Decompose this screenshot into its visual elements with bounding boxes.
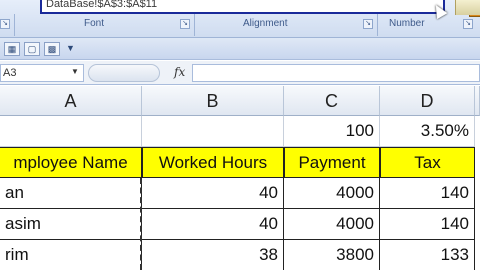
insert-function-icon[interactable]: fx [174,65,185,79]
cell-tax[interactable]: 140 [380,178,475,209]
cell-worked-hours[interactable]: 40 [142,209,284,240]
cell-employee-name[interactable]: an [0,178,142,209]
cell-tax[interactable]: 133 [380,240,475,270]
header-employee-name[interactable]: mployee Name [0,147,142,178]
ribbon: DataBase!$A$3:$A$11 ↗ ↘ Font ↘ Alignment… [0,0,480,38]
range-reference-text[interactable]: DataBase!$A$3:$A$11 [46,0,157,10]
cell-worked-hours[interactable]: 38 [142,240,284,270]
header-worked-hours[interactable]: Worked Hours [142,147,284,178]
cell-c2[interactable]: 100 [284,116,380,147]
customize-toolbar-chevron-icon[interactable]: ▼ [66,43,75,53]
cell-a2[interactable] [0,116,142,147]
cell-worked-hours[interactable]: 40 [142,178,284,209]
column-header-d[interactable]: D [380,86,475,116]
range-selector-dialog[interactable]: DataBase!$A$3:$A$11 ↗ [40,0,480,17]
new-workbook-icon[interactable]: ▢ [24,42,40,56]
cell-d2[interactable]: 3.50% [380,116,475,147]
cell-b2[interactable] [142,116,284,147]
header-payment[interactable]: Payment [284,147,380,178]
alignment-group-label: Alignment [243,18,288,29]
font-group-label: Font [84,18,105,29]
quick-access-toolbar: ▦ ▢ ▩ ▼ [0,38,480,60]
grid-icon[interactable]: ▦ [4,42,20,56]
number-group-label: Number [389,18,425,29]
formula-input[interactable] [192,64,480,82]
cell-employee-name[interactable]: asim [0,209,142,240]
column-header-a[interactable]: A [0,86,142,116]
cell-payment[interactable]: 4000 [284,178,380,209]
cell-tax[interactable]: 140 [380,209,475,240]
number-dialog-launcher-icon[interactable]: ↘ [463,19,473,29]
cell-payment[interactable]: 3800 [284,240,380,270]
spreadsheet-grid: A B C D 100 3.50% mployee Name Worked Ho… [0,86,480,270]
cell-employee-name[interactable]: rim [0,240,142,270]
column-header-b[interactable]: B [142,86,284,116]
font-dialog-launcher-icon[interactable]: ↘ [180,19,190,29]
group-divider [377,14,378,36]
cell-payment[interactable]: 4000 [284,209,380,240]
column-header-c[interactable]: C [284,86,380,116]
group-divider [14,14,15,36]
header-tax[interactable]: Tax [380,147,475,178]
table-icon[interactable]: ▩ [44,42,60,56]
formula-bar-buttons[interactable] [88,64,160,82]
group-divider [194,14,195,36]
name-box-dropdown-icon[interactable]: ▼ [71,67,79,76]
dialog-edge [455,0,480,15]
dialog-launcher-icon[interactable]: ↘ [0,19,10,29]
column-header-e[interactable] [475,86,480,116]
alignment-dialog-launcher-icon[interactable]: ↘ [363,19,373,29]
formula-bar: A3 ▼ fx [0,61,480,85]
name-box-value: A3 [3,67,17,79]
